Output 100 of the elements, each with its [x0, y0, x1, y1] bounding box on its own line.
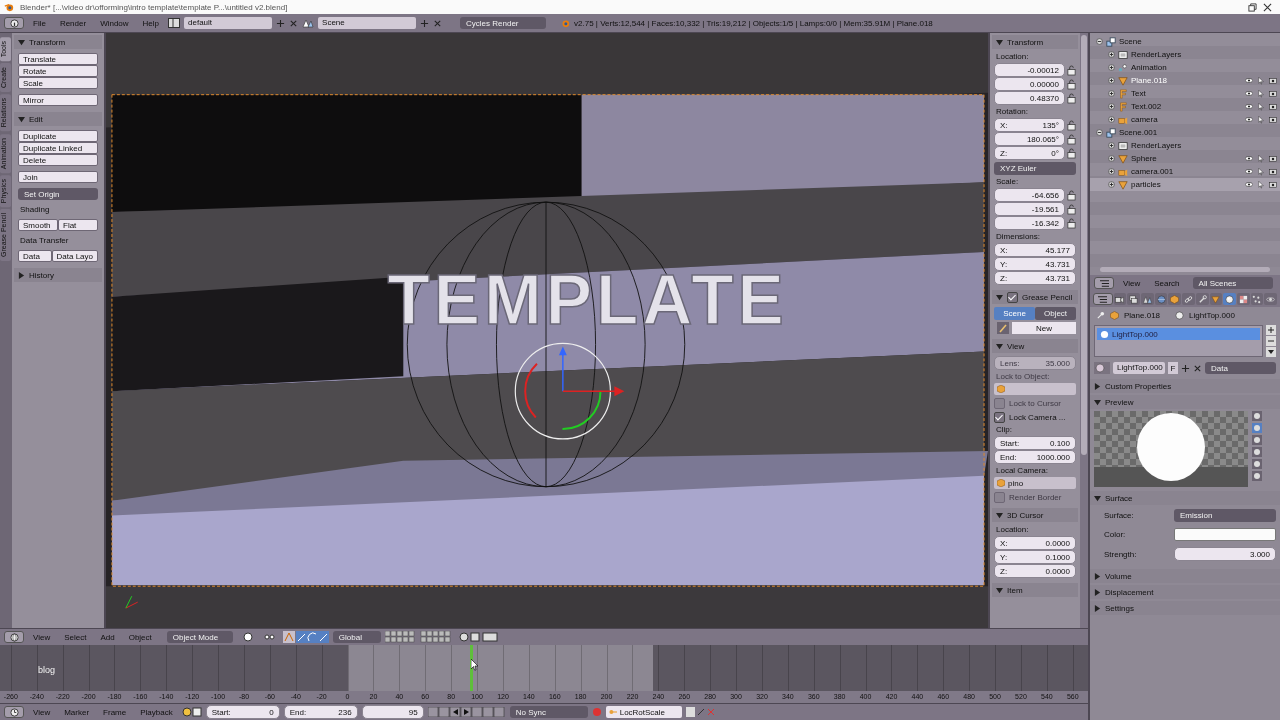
disclosure-triangle-icon[interactable]: [1094, 398, 1101, 406]
tool-button[interactable]: Scale: [18, 77, 98, 89]
tool-button[interactable]: Translate: [18, 53, 98, 65]
object-field[interactable]: pino: [994, 477, 1076, 489]
mode-dropdown[interactable]: Object Mode: [166, 631, 233, 643]
tool-button[interactable]: Mirror: [18, 94, 98, 106]
properties-tab[interactable]: [1127, 293, 1140, 305]
expand-icon[interactable]: [1108, 64, 1115, 71]
number-field[interactable]: -19.561: [994, 202, 1065, 216]
properties-tab[interactable]: [1250, 293, 1264, 305]
eye-icon[interactable]: [1245, 116, 1253, 123]
menu-item[interactable]: Help: [137, 18, 165, 28]
fake-user-button[interactable]: F: [1168, 362, 1178, 374]
material-name-field[interactable]: LightTop.000: [1113, 362, 1165, 374]
manipulator-icons[interactable]: [282, 631, 329, 643]
menu-item[interactable]: Marker: [59, 707, 95, 717]
tool-button[interactable]: Duplicate Linked: [18, 142, 98, 154]
restore-icon[interactable]: [1248, 2, 1257, 12]
tool-button[interactable]: Delete: [18, 154, 98, 166]
preview-shape-icon[interactable]: [1252, 423, 1262, 433]
tool-button[interactable]: Data: [18, 250, 52, 262]
disclosure-triangle-icon[interactable]: [1094, 588, 1101, 596]
collapse-icon[interactable]: [1096, 38, 1103, 45]
disclosure-triangle-icon[interactable]: [1094, 572, 1101, 580]
scene-icon[interactable]: [302, 18, 315, 28]
tool-button[interactable]: Join: [18, 171, 98, 183]
tool-button[interactable]: Duplicate: [18, 130, 98, 142]
tool-button[interactable]: Rotate: [18, 65, 98, 77]
lock-icon[interactable]: [1067, 133, 1076, 145]
editor-type-button[interactable]: [4, 706, 24, 718]
panel-header[interactable]: Transform: [14, 35, 102, 49]
properties-tab[interactable]: [1236, 293, 1250, 305]
menu-item[interactable]: Add: [95, 632, 120, 642]
panel-header[interactable]: Preview: [1090, 395, 1280, 409]
menu-arrow-icon[interactable]: [1266, 347, 1276, 357]
object-field[interactable]: [994, 383, 1076, 395]
camera-icon[interactable]: [1269, 181, 1277, 188]
strength-field[interactable]: 3.000: [1174, 547, 1276, 561]
tool-button[interactable]: Data Layo: [51, 250, 98, 262]
editor-type-button[interactable]: [4, 17, 24, 29]
outliner-item[interactable]: camera: [1090, 113, 1280, 126]
toggle-button[interactable]: Scene: [994, 307, 1035, 320]
preview-shape-icon[interactable]: [1252, 471, 1262, 481]
number-field[interactable]: -0.00012: [994, 63, 1065, 77]
properties-tab[interactable]: [1195, 293, 1209, 305]
lock-icon[interactable]: [1067, 92, 1076, 104]
expand-icon[interactable]: [1108, 168, 1115, 175]
properties-tab[interactable]: [1182, 293, 1195, 305]
number-field[interactable]: 180.065°: [994, 132, 1065, 146]
disclosure-triangle-icon[interactable]: [996, 511, 1003, 519]
camera-icon[interactable]: [1269, 90, 1277, 97]
menu-item[interactable]: Playback: [135, 707, 178, 717]
disclosure-triangle-icon[interactable]: [996, 293, 1003, 301]
collapse-icon[interactable]: [1096, 129, 1103, 136]
render-engine-dropdown[interactable]: Cycles Render: [460, 17, 547, 29]
panel-header[interactable]: Item: [992, 583, 1078, 597]
panel-header[interactable]: Surface: [1090, 491, 1280, 505]
eye-icon[interactable]: [1245, 77, 1253, 84]
panel-header[interactable]: Settings: [1090, 601, 1280, 615]
expand-icon[interactable]: [1108, 103, 1115, 110]
properties-tab[interactable]: [1113, 293, 1127, 305]
number-field[interactable]: Z: 43.731: [994, 271, 1076, 285]
menu-item[interactable]: Frame: [98, 707, 132, 717]
toggle-button[interactable]: Object: [1035, 307, 1076, 320]
number-field[interactable]: -64.656: [994, 188, 1065, 202]
disclosure-triangle-icon[interactable]: [1094, 604, 1101, 612]
render-icons[interactable]: [458, 631, 499, 643]
properties-tab[interactable]: [1154, 293, 1168, 305]
keying-set-field[interactable]: LocRotScale: [605, 706, 682, 718]
expand-icon[interactable]: [1108, 77, 1115, 84]
disclosure-triangle-icon[interactable]: [996, 38, 1003, 46]
eye-icon[interactable]: [1245, 90, 1253, 97]
expand-icon[interactable]: [1108, 116, 1115, 123]
preview-shape-icon[interactable]: [1252, 435, 1262, 445]
number-field[interactable]: End: 1000.000: [994, 450, 1076, 464]
expand-icon[interactable]: [1108, 51, 1115, 58]
new-button[interactable]: New: [1012, 322, 1076, 334]
clock-icon[interactable]: [181, 707, 202, 717]
eye-icon[interactable]: [1245, 168, 1253, 175]
playhead[interactable]: [469, 645, 473, 691]
sync-mode-dropdown[interactable]: No Sync: [509, 706, 588, 718]
menu-item[interactable]: Select: [59, 632, 92, 642]
tool-button[interactable]: Flat: [58, 219, 98, 231]
number-field[interactable]: Start: 0.100: [994, 436, 1076, 450]
lock-icon[interactable]: [1067, 119, 1076, 131]
editor-type-button[interactable]: [4, 631, 24, 643]
lock-icon[interactable]: [1067, 217, 1076, 229]
preview-shape-icon[interactable]: [1252, 411, 1262, 421]
menu-item[interactable]: Object: [123, 632, 157, 642]
outliner-item[interactable]: Text: [1090, 87, 1280, 100]
eye-icon[interactable]: [1245, 103, 1253, 110]
layout-field[interactable]: default: [184, 17, 273, 29]
menu-item[interactable]: View: [28, 707, 56, 717]
preview-shape-icon[interactable]: [1252, 447, 1262, 457]
disclosure-triangle-icon[interactable]: [996, 586, 1003, 594]
menu-item[interactable]: File: [28, 18, 51, 28]
add-icon[interactable]: [1181, 363, 1190, 373]
screen-layout-icon[interactable]: [168, 18, 181, 28]
lock-icon[interactable]: [1067, 78, 1076, 90]
camera-icon[interactable]: [1269, 116, 1277, 123]
